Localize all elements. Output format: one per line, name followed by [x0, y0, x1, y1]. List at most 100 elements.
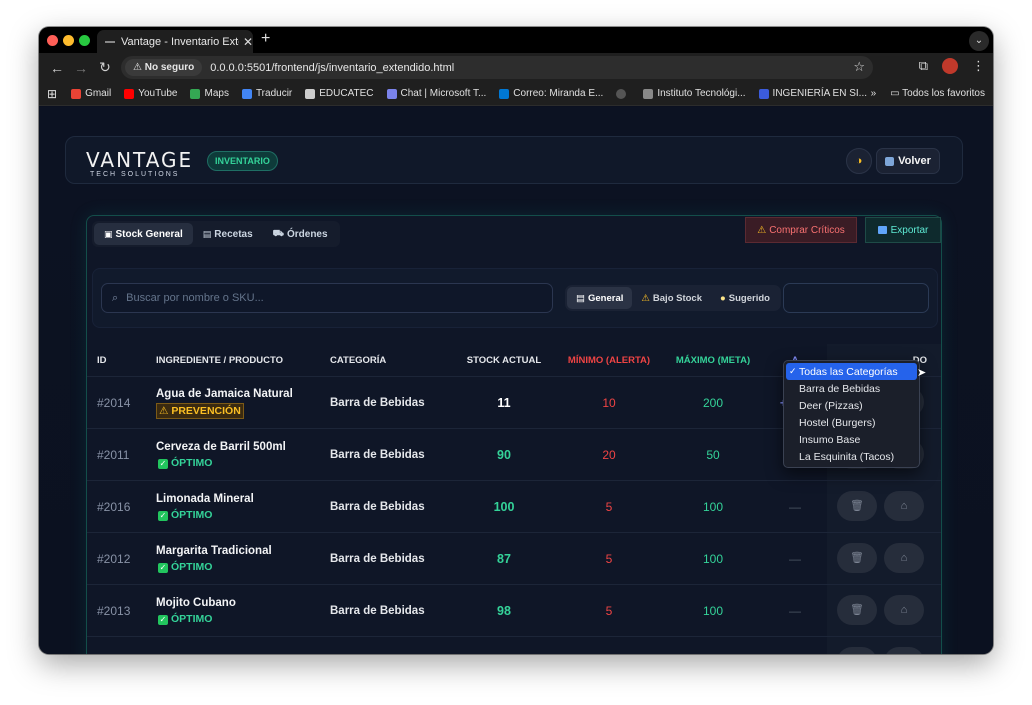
status-text: PREVENCIÓN [171, 404, 241, 417]
row-id: #2014 [97, 396, 131, 410]
header-category[interactable]: CATEGORÍA [330, 355, 386, 366]
category-option[interactable]: ✓ Todas las Categorías [786, 363, 917, 380]
educatec-icon [305, 88, 316, 99]
header-stock[interactable]: STOCK ACTUAL [447, 355, 561, 366]
row-stock: 87 [497, 552, 511, 566]
header-max[interactable]: MÁXIMO (META) [663, 355, 763, 366]
category-option[interactable]: Barra de Bebidas [786, 380, 917, 397]
row-actions: 🗑 ⌂ [827, 637, 941, 654]
insecure-label: No seguro [144, 62, 195, 73]
theme-toggle-button[interactable]: ◑ [846, 148, 872, 174]
browser-tab[interactable]: Vantage - Inventario Extendido ✕ [97, 30, 253, 53]
segment-label: General [587, 292, 624, 304]
back-icon[interactable]: ← [45, 60, 69, 76]
edit-icon: ⌂ [900, 500, 908, 512]
forward-icon[interactable]: → [69, 60, 93, 76]
edit-button[interactable]: ⌂ [884, 595, 924, 625]
table-row[interactable]: 🗑 ⌂ #2016 Limonada Mineral ✓ ÓPTIMO Barra… [87, 480, 941, 533]
delete-button[interactable]: 🗑 [837, 595, 877, 625]
header-min[interactable]: MÍNIMO (ALERTA) [557, 355, 661, 366]
table-row[interactable]: 🗑 ⌂ Refresco de Cola [87, 636, 941, 654]
more-bookmarks-icon[interactable]: » [871, 88, 877, 99]
bookmark-item[interactable]: Gmail [71, 88, 111, 99]
row-suggested [763, 637, 827, 654]
tab-stock-general[interactable]: ▣ Stock General [94, 223, 193, 245]
institute-icon [643, 88, 654, 99]
row-stock: 11 [497, 396, 511, 410]
insecure-badge[interactable]: ⚠ No seguro [125, 59, 203, 76]
search-placeholder: Buscar por nombre o SKU... [126, 292, 264, 304]
buy-critical-button[interactable]: ⚠ Comprar Críticos [745, 217, 857, 243]
status-badge: ✓ ÓPTIMO [156, 456, 214, 470]
bookmark-item[interactable]: Maps [190, 88, 229, 99]
menu-icon[interactable]: ⋮ [972, 58, 985, 74]
all-favorites[interactable]: ▭ Todos los favoritos [890, 88, 985, 99]
extensions-icon[interactable]: ⧉ [919, 58, 928, 74]
bookmark-star-icon[interactable]: ☆ [853, 59, 865, 75]
bookmark-item[interactable]: YouTube [124, 88, 177, 99]
table-row[interactable]: 🗑 ⌂ #2013 Mojito Cubano ✓ ÓPTIMO Barra de… [87, 584, 941, 637]
row-max: 200 [702, 396, 724, 410]
category-option[interactable]: Hostel (Burgers) [786, 414, 917, 431]
table-row[interactable]: 🗑 ⌂ #2012 Margarita Tradicional ✓ ÓPTIMO … [87, 532, 941, 585]
row-min [557, 637, 661, 654]
category-select[interactable] [783, 283, 929, 313]
engineering-icon [758, 88, 769, 99]
option-label: Insumo Base [799, 433, 861, 446]
section-pill: INVENTARIO [207, 151, 278, 171]
bookmark-item[interactable]: INGENIERÍA EN SI... [758, 88, 867, 99]
row-id: #2016 [97, 500, 131, 514]
view-tabs: ▣ Stock General ▤ Recetas ⛟ Órdenes [92, 221, 340, 247]
tab-search-icon[interactable]: ⌄ [969, 31, 989, 51]
category-option[interactable]: La Esquinita (Tacos) [786, 448, 917, 465]
header-name[interactable]: INGREDIENTE / PRODUCTO [156, 355, 283, 366]
bookmark-label: Gmail [85, 88, 112, 99]
bookmark-label: Instituto Tecnológi... [657, 88, 746, 99]
address-bar[interactable]: ⚠ No seguro 0.0.0.0:5501/frontend/js/inv… [121, 56, 873, 79]
tab-ordenes[interactable]: ⛟ Órdenes [263, 223, 338, 245]
category-option[interactable]: Deer (Pizzas) [786, 397, 917, 414]
product-name: Agua de Jamaica Natural [156, 387, 293, 400]
header-id[interactable]: ID [97, 355, 107, 366]
export-button[interactable]: Exportar [865, 217, 941, 243]
bookmark-item[interactable] [616, 88, 630, 99]
edit-button[interactable]: ⌂ [884, 491, 924, 521]
apps-grid-icon[interactable]: ⊞ [47, 87, 57, 101]
row-id: #2011 [97, 448, 130, 462]
url-text[interactable]: 0.0.0.0:5501/frontend/js/inventario_exte… [210, 62, 454, 74]
new-tab-icon[interactable]: + [261, 30, 270, 48]
back-button-label: Volver [898, 155, 931, 167]
maps-icon [190, 88, 201, 99]
status-badge: ⚠ PREVENCIÓN [156, 402, 244, 419]
delete-button[interactable]: 🗑 [837, 647, 877, 654]
maximize-window-button[interactable] [79, 35, 90, 46]
segment-general[interactable]: ▤ General [567, 287, 633, 309]
delete-button[interactable]: 🗑 [837, 543, 877, 573]
vantage-logo[interactable]: VANTAGE TECH SOLUTIONS [86, 148, 193, 178]
back-button[interactable]: Volver [876, 148, 940, 174]
minimize-window-button[interactable] [63, 35, 74, 46]
edit-button[interactable]: ⌂ [884, 543, 924, 573]
nav-bar: ← → ↻ ⚠ No seguro 0.0.0.0:5501/frontend/… [39, 53, 993, 82]
bookmark-item[interactable]: Chat | Microsoft T... [386, 88, 487, 99]
bookmark-item[interactable]: EDUCATEC [305, 88, 374, 99]
profile-avatar[interactable] [942, 58, 958, 74]
delete-button[interactable]: 🗑 [837, 491, 877, 521]
edit-icon: ⌂ [900, 552, 908, 564]
status-text: ÓPTIMO [171, 456, 213, 469]
reload-icon[interactable]: ↻ [93, 59, 117, 76]
tab-close-icon[interactable]: ✕ [243, 35, 253, 49]
category-option[interactable]: Insumo Base [786, 431, 917, 448]
bookmark-item[interactable]: Instituto Tecnológi... [643, 88, 746, 99]
search-input[interactable]: ⌕ Buscar por nombre o SKU... [101, 283, 553, 313]
tab-recetas[interactable]: ▤ Recetas [193, 223, 263, 245]
close-window-button[interactable] [47, 35, 58, 46]
row-product: Agua de Jamaica Natural ⚠ PREVENCIÓN [156, 377, 293, 429]
segment-suggested[interactable]: ● Sugerido [711, 287, 779, 309]
bookmark-item[interactable]: Traducir [241, 88, 292, 99]
bookmark-label: Chat | Microsoft T... [400, 88, 487, 99]
bookmark-item[interactable]: Correo: Miranda E... [499, 88, 603, 99]
buy-critical-label: Comprar Críticos [769, 224, 845, 236]
segment-low-stock[interactable]: ⚠ Bajo Stock [632, 287, 711, 309]
edit-button[interactable]: ⌂ [884, 647, 924, 654]
